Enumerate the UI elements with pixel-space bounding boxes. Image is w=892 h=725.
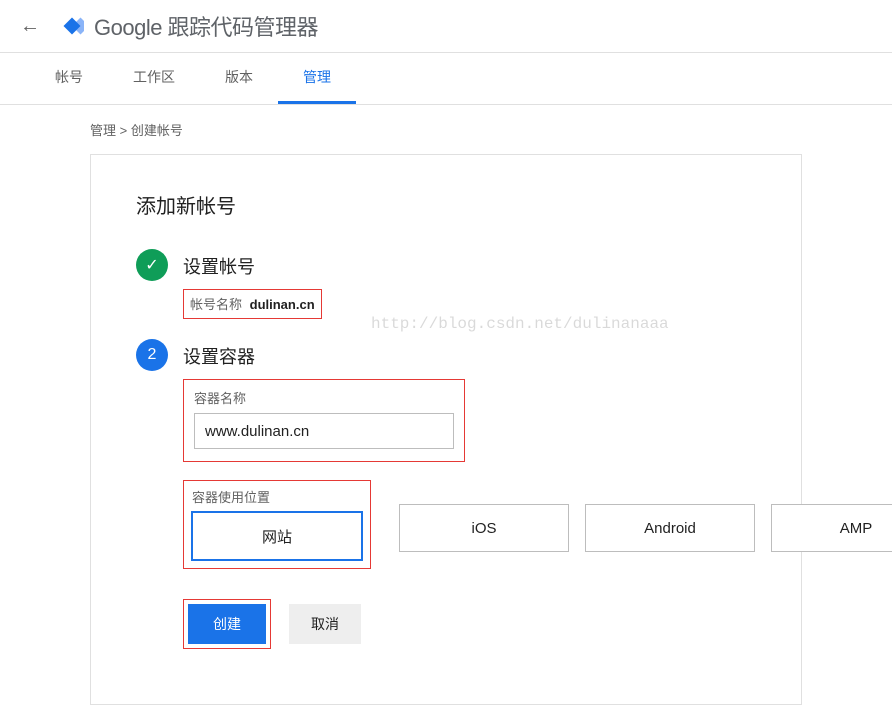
usage-label: 容器使用位置 <box>192 487 362 506</box>
usage-options: 容器使用位置 网站 iOS Android AMP <box>183 480 892 569</box>
step-2-number-icon: 2 <box>136 339 168 371</box>
account-name-value: dulinan.cn <box>250 297 315 312</box>
container-name-label: 容器名称 <box>194 388 454 407</box>
step-2: 2 设置容器 容器名称 容器使用位置 网站 iOS Android AMP <box>136 339 756 649</box>
usage-option-website[interactable]: 网站 <box>192 512 362 560</box>
cancel-button[interactable]: 取消 <box>289 604 361 644</box>
usage-option-amp[interactable]: AMP <box>771 504 892 552</box>
step2-title: 设置容器 <box>183 339 892 369</box>
step-1: ✓ 设置帐号 帐号名称 dulinan.cn <box>136 249 756 319</box>
usage-option-ios[interactable]: iOS <box>399 504 569 552</box>
tab-admin[interactable]: 管理 <box>278 53 356 104</box>
container-name-group: 容器名称 <box>183 379 465 462</box>
account-summary-row: 帐号名称 dulinan.cn <box>183 289 322 319</box>
page-title: 添加新帐号 <box>136 190 756 219</box>
usage-selected-wrap: 容器使用位置 网站 <box>183 480 371 569</box>
tabs: 帐号 工作区 版本 管理 <box>0 53 892 105</box>
tab-workspace[interactable]: 工作区 <box>108 53 200 104</box>
back-arrow-icon[interactable]: ← <box>20 15 40 38</box>
action-buttons: 创建 取消 <box>183 599 892 649</box>
gtm-logo-icon <box>60 14 84 38</box>
account-name-label: 帐号名称 <box>190 297 242 312</box>
main-panel: http://blog.csdn.net/dulinanaaa 添加新帐号 ✓ … <box>90 154 802 705</box>
create-button[interactable]: 创建 <box>188 604 266 644</box>
create-highlight: 创建 <box>183 599 271 649</box>
header: ← Google 跟踪代码管理器 <box>0 0 892 53</box>
breadcrumb: 管理 > 创建帐号 <box>0 105 892 154</box>
check-icon: ✓ <box>136 249 168 281</box>
step1-title: 设置帐号 <box>183 249 756 279</box>
product-name: Google 跟踪代码管理器 <box>94 10 318 42</box>
tab-account[interactable]: 帐号 <box>30 53 108 104</box>
container-name-input[interactable] <box>194 413 454 449</box>
usage-option-android[interactable]: Android <box>585 504 755 552</box>
tab-version[interactable]: 版本 <box>200 53 278 104</box>
